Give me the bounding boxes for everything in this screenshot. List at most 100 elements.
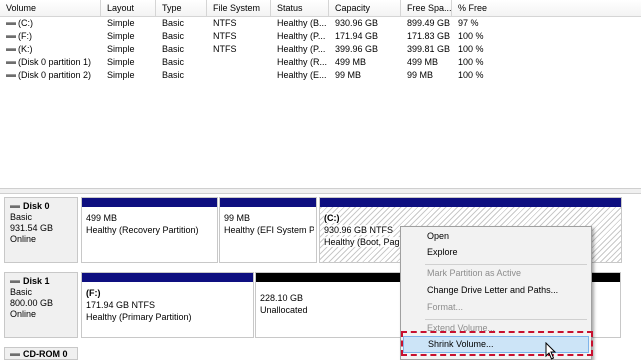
cell-layout: Simple <box>101 43 156 56</box>
cell-file-system: NTFS <box>207 43 271 56</box>
column-header-volume[interactable]: Volume <box>0 0 101 17</box>
cell-capacity: 99 MB <box>329 69 401 82</box>
cell-capacity: 930.96 GB <box>329 17 401 30</box>
cell-text: Basic <box>162 31 185 41</box>
cell-volume: (F:) <box>0 30 101 43</box>
cell-text: (K:) <box>18 44 33 54</box>
cell-text: Basic <box>162 18 185 28</box>
cell-text: Healthy (P... <box>277 31 326 41</box>
partition-status: Healthy (Recovery Partition) <box>86 225 199 235</box>
disk-icon <box>10 204 20 208</box>
disk-1-label[interactable]: Disk 1 Basic 800.00 GB Online <box>4 272 78 338</box>
cell-file-system: NTFS <box>207 30 271 43</box>
cell-text: Healthy (R... <box>277 57 328 67</box>
cell-text: Basic <box>162 57 185 67</box>
cell-text: 899.49 GB <box>407 18 451 28</box>
cell-capacity: 171.94 GB <box>329 30 401 43</box>
cell-text: 100 % <box>458 31 484 41</box>
table-row[interactable]: (Disk 0 partition 1) Simple Basic Healthy (… <box>0 56 641 69</box>
menu-item-open[interactable]: Open <box>403 228 589 245</box>
partition-status: Healthy (EFI System Pa <box>224 225 314 235</box>
cell-text: 399.96 GB <box>335 44 379 54</box>
partition-type-bar <box>82 273 253 282</box>
cell-status: Healthy (E... <box>271 69 329 82</box>
cell-text: Simple <box>107 31 135 41</box>
cell-text: NTFS <box>213 31 237 41</box>
cell-text: NTFS <box>213 44 237 54</box>
disk-type: Basic <box>10 287 33 297</box>
volume-icon <box>6 34 16 38</box>
cell-layout: Simple <box>101 30 156 43</box>
menu-item-mark-active[interactable]: Mark Partition as Active <box>403 265 589 282</box>
column-header-type[interactable]: Type <box>156 0 207 17</box>
disk-0-label[interactable]: Disk 0 Basic 931.54 GB Online <box>4 197 78 263</box>
cell-layout: Simple <box>101 56 156 69</box>
cell-text: 97 % <box>458 18 479 28</box>
cell-percent-free: 97 % <box>452 17 641 30</box>
table-row[interactable]: (Disk 0 partition 2) Simple Basic Healthy (… <box>0 69 641 82</box>
cell-capacity: 499 MB <box>329 56 401 69</box>
disk-size: 800.00 GB <box>10 298 54 308</box>
cell-text: Healthy (P... <box>277 44 326 54</box>
cell-volume: (Disk 0 partition 2) <box>0 69 101 82</box>
cell-free-space: 99 MB <box>401 69 452 82</box>
partition-type-bar <box>82 198 217 207</box>
table-row[interactable]: (K:) Simple Basic NTFS Healthy (P... 399.96 G… <box>0 43 641 56</box>
table-row[interactable]: (C:) Simple Basic NTFS Healthy (B... 930.96 G… <box>0 17 641 30</box>
cell-text: 399.81 GB <box>407 44 451 54</box>
cell-type: Basic <box>156 43 207 56</box>
cell-layout: Simple <box>101 69 156 82</box>
cell-text: NTFS <box>213 18 237 28</box>
menu-item-change-drive-letter[interactable]: Change Drive Letter and Paths... <box>403 282 589 299</box>
menu-item-extend-volume[interactable]: Extend Volume... <box>403 320 589 337</box>
column-header-capacity[interactable]: Capacity <box>329 0 401 17</box>
cell-status: Healthy (P... <box>271 30 329 43</box>
disk-icon <box>10 279 20 283</box>
cell-text: 99 MB <box>407 70 434 80</box>
partition-type-bar <box>220 198 316 207</box>
partition-size: 171.94 GB NTFS <box>86 300 156 310</box>
volume-icon <box>6 47 16 51</box>
cdrom-0-label[interactable]: CD-ROM 0 <box>4 347 78 360</box>
cell-file-system: NTFS <box>207 17 271 30</box>
cell-status: Healthy (P... <box>271 43 329 56</box>
cell-text: 99 MB <box>335 70 362 80</box>
partition-status: Healthy (Boot, Pag <box>324 237 400 247</box>
cell-free-space: 171.83 GB <box>401 30 452 43</box>
menu-item-explore[interactable]: Explore <box>403 244 589 261</box>
column-header-percent-free[interactable]: % Free <box>452 0 641 17</box>
cell-text: Healthy (B... <box>277 18 327 28</box>
cell-text: Simple <box>107 18 135 28</box>
cdrom-icon <box>10 352 20 356</box>
cell-capacity: 399.96 GB <box>329 43 401 56</box>
partition-f[interactable]: (F:) 171.94 GB NTFS Healthy (Primary Par… <box>81 272 254 338</box>
cell-file-system <box>207 69 271 82</box>
cell-text: Basic <box>162 70 185 80</box>
column-header-file-system[interactable]: File System <box>207 0 271 17</box>
cell-text: Basic <box>162 44 185 54</box>
menu-item-shrink-volume[interactable]: Shrink Volume... <box>403 336 589 353</box>
disk-status: Online <box>10 309 37 319</box>
cell-text: 499 MB <box>407 57 439 67</box>
partition-efi[interactable]: 99 MB Healthy (EFI System Pa <box>219 197 317 263</box>
partition-recovery[interactable]: 499 MB Healthy (Recovery Partition) <box>81 197 218 263</box>
cell-type: Basic <box>156 69 207 82</box>
column-header-status[interactable]: Status <box>271 0 329 17</box>
menu-item-format[interactable]: Format... <box>403 299 589 316</box>
column-header-layout[interactable]: Layout <box>101 0 156 17</box>
cell-type: Basic <box>156 30 207 43</box>
partition-context-menu: Open Explore Mark Partition as Active Ch… <box>400 226 592 360</box>
cell-volume: (C:) <box>0 17 101 30</box>
partition-status: Healthy (Primary Partition) <box>86 312 192 322</box>
cell-text: (Disk 0 partition 2) <box>18 70 92 80</box>
cell-layout: Simple <box>101 17 156 30</box>
table-row[interactable]: (F:) Simple Basic NTFS Healthy (P... 171.94 G… <box>0 30 641 43</box>
cell-percent-free: 100 % <box>452 69 641 82</box>
volume-icon <box>6 73 16 77</box>
cell-text: Simple <box>107 44 135 54</box>
cell-free-space: 399.81 GB <box>401 43 452 56</box>
cell-text: (C:) <box>18 18 33 28</box>
disk-name: CD-ROM 0 <box>23 349 68 359</box>
column-header-free-space[interactable]: Free Spa... <box>401 0 452 17</box>
cell-percent-free: 100 % <box>452 30 641 43</box>
